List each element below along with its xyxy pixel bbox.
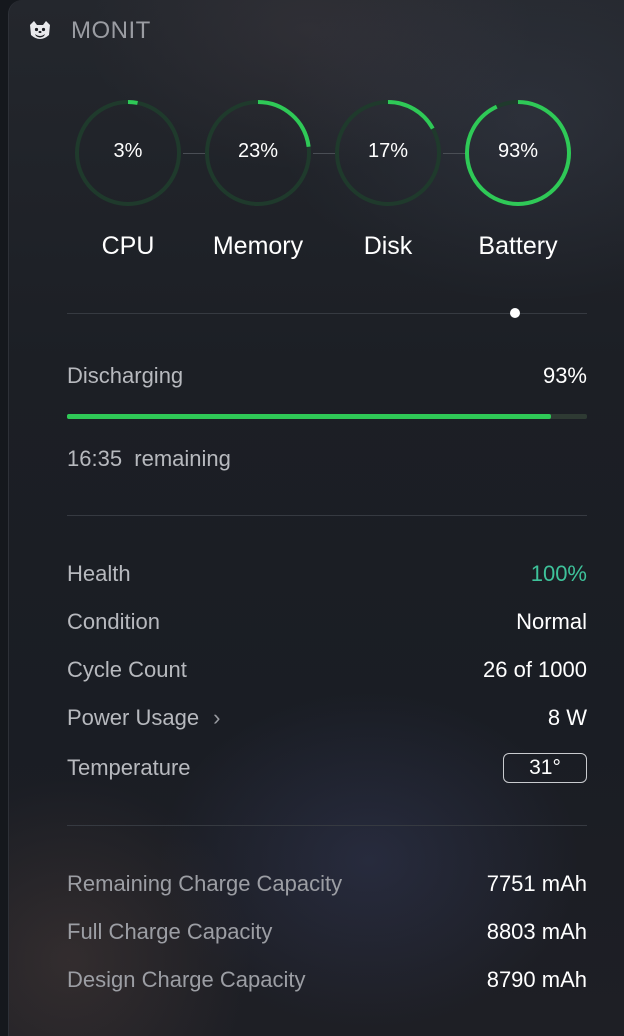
battery-label: Battery <box>478 232 558 260</box>
divider <box>67 825 587 826</box>
full-capacity-value: 8803 mAh <box>486 919 587 944</box>
cpu-value: 3% <box>113 140 143 162</box>
health-row: Health 100% <box>67 559 587 589</box>
cycle-count-row: Cycle Count 26 of 1000 <box>67 655 587 685</box>
condition-row: Condition Normal <box>67 607 587 637</box>
temperature-row: Temperature 31° <box>67 753 587 783</box>
divider <box>67 313 587 314</box>
cycle-count-value: 26 of 1000 <box>483 657 587 682</box>
power-usage-row[interactable]: Power Usage › 8 W <box>67 703 587 733</box>
battery-status-row: Discharging 93% <box>67 361 587 391</box>
chevron-right-icon[interactable]: › <box>213 705 220 731</box>
battery-value: 93% <box>497 140 539 162</box>
full-capacity-row: Full Charge Capacity 8803 mAh <box>67 917 587 947</box>
app-title: MONIT <box>71 17 151 44</box>
health-value: 100% <box>530 561 587 586</box>
gauge-row: 3% 23% 17% 93% CPU Memory Disk Battery <box>9 96 624 276</box>
disk-value: 17% <box>367 140 409 162</box>
battery-progress-fill <box>67 414 551 419</box>
condition-value: Normal <box>516 609 587 634</box>
remaining-capacity-label: Remaining Charge Capacity <box>67 871 343 896</box>
gauge-connector <box>183 153 205 154</box>
power-usage-value: 8 W <box>547 705 587 730</box>
design-capacity-label: Design Charge Capacity <box>67 967 306 992</box>
divider <box>67 515 587 516</box>
remaining-capacity-value: 7751 mAh <box>486 871 587 896</box>
gauge-connector <box>443 153 465 154</box>
app-header: MONIT <box>27 16 151 46</box>
cycle-count-label: Cycle Count <box>67 657 187 682</box>
health-label: Health <box>67 561 131 586</box>
bulldog-logo-icon <box>30 21 50 39</box>
power-usage-label[interactable]: Power Usage › <box>67 705 220 731</box>
monit-panel: MONIT 3% 23% 17% 93% CPU Memory Disk Bat… <box>8 0 624 1036</box>
gauge-disk[interactable]: 17% <box>335 96 445 212</box>
time-remaining-label: remaining <box>134 446 231 471</box>
gauge-connector <box>313 153 335 154</box>
gauge-memory[interactable]: 23% <box>205 96 315 212</box>
gauge-cpu[interactable]: 3% <box>75 96 185 212</box>
design-capacity-row: Design Charge Capacity 8790 mAh <box>67 965 587 995</box>
battery-status: Discharging <box>67 363 184 388</box>
power-usage-text: Power Usage <box>67 705 200 730</box>
temperature-badge[interactable]: 31° <box>503 753 587 783</box>
battery-progress-bar <box>67 414 587 419</box>
full-capacity-label: Full Charge Capacity <box>67 919 273 944</box>
remaining-capacity-row: Remaining Charge Capacity 7751 mAh <box>67 869 587 899</box>
temperature-label: Temperature <box>67 755 191 780</box>
memory-value: 23% <box>237 140 279 162</box>
design-capacity-value: 8790 mAh <box>486 967 587 992</box>
gauge-battery[interactable]: 93% <box>465 96 575 212</box>
time-remaining: 16:35 remaining <box>67 446 231 472</box>
battery-percent: 93% <box>542 363 587 388</box>
page-indicator-dot[interactable] <box>510 308 520 318</box>
time-remaining-value: 16:35 <box>67 446 123 471</box>
condition-label: Condition <box>67 609 160 634</box>
